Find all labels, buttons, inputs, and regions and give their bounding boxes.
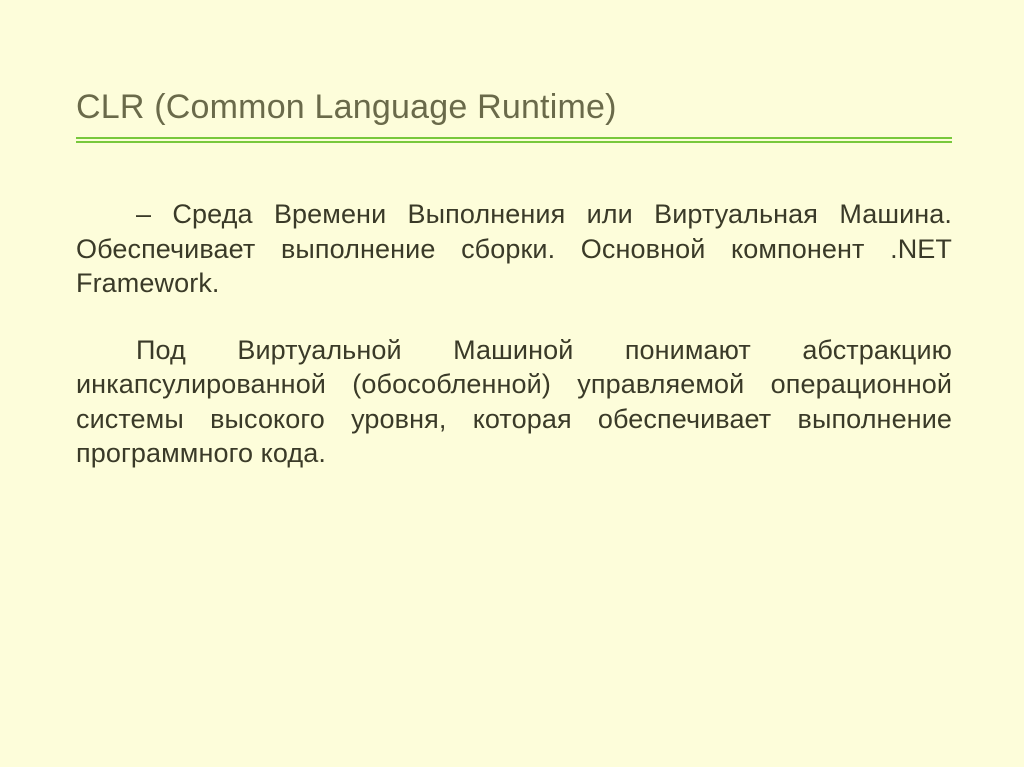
title-underline xyxy=(76,137,952,143)
slide-content: – Среда Времени Выполнения или Виртуальн… xyxy=(76,197,952,471)
paragraph-1: – Среда Времени Выполнения или Виртуальн… xyxy=(76,197,952,301)
slide-container: CLR (Common Language Runtime) – Среда Вр… xyxy=(0,0,1024,767)
slide-title: CLR (Common Language Runtime) xyxy=(76,88,952,127)
paragraph-2: Под Виртуальной Машиной понимают абстрак… xyxy=(76,333,952,471)
